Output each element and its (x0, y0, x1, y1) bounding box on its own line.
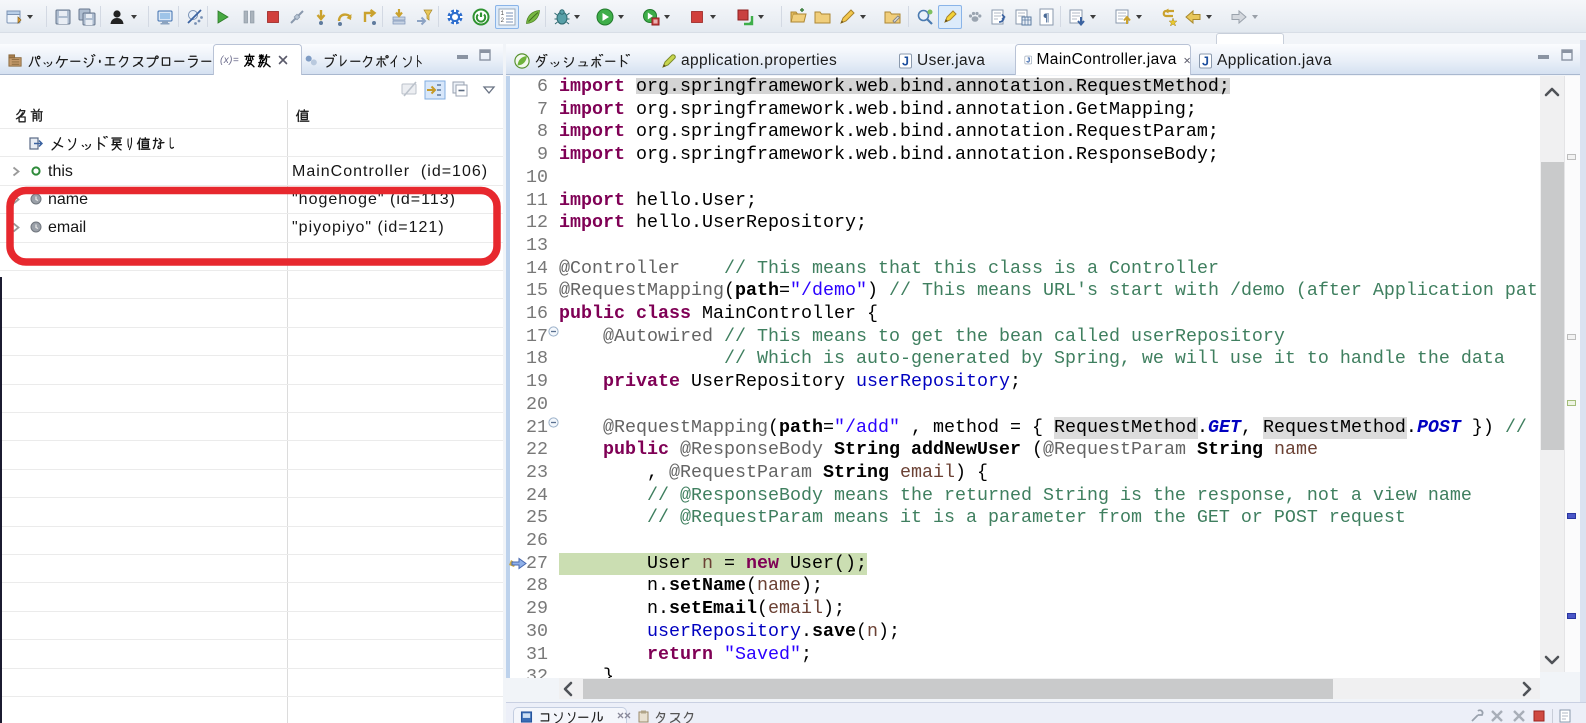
svg-text:1: 1 (501, 10, 505, 17)
svg-text:¶: ¶ (1043, 10, 1049, 24)
svg-text:J: J (1026, 58, 1030, 65)
svg-text:2: 2 (501, 17, 505, 24)
svg-text:J: J (1202, 54, 1209, 68)
svg-text:J: J (902, 54, 909, 68)
